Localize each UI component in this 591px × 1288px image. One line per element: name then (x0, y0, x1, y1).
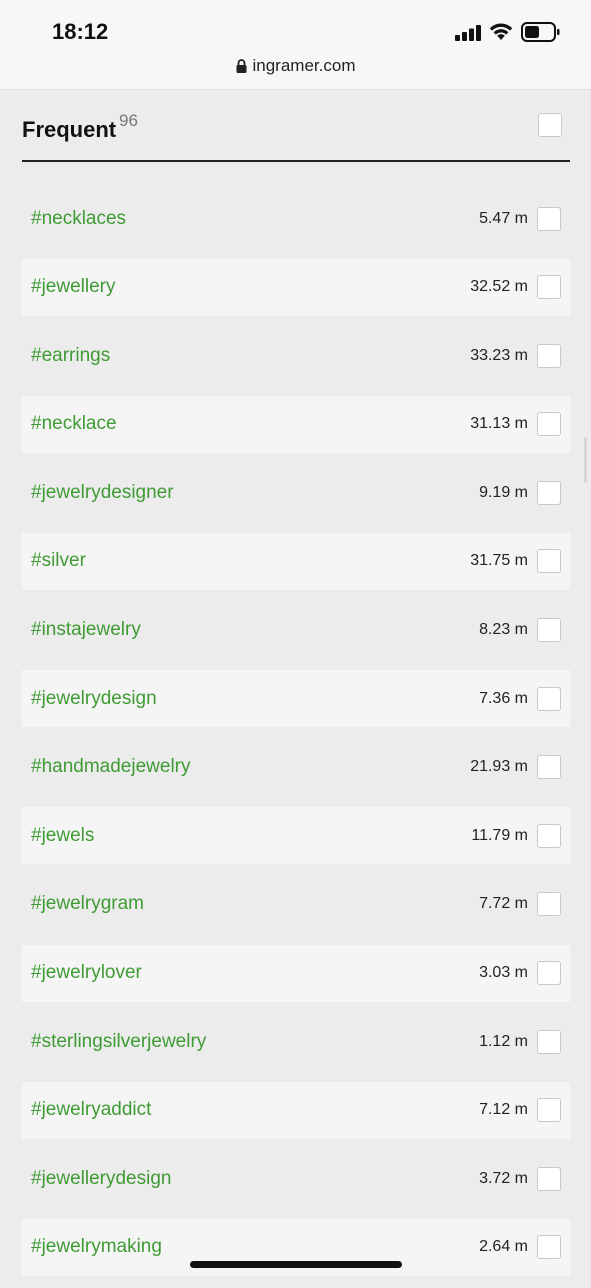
hashtag-link[interactable]: #jewellerydesign (31, 1168, 171, 1190)
hashtag-post-count: 5.47 m (479, 209, 528, 227)
hashtag-row[interactable]: #jewelrylover 3.03 m (22, 944, 570, 1002)
hashtag-checkbox[interactable] (537, 1166, 561, 1191)
hashtag-link[interactable]: #earrings (31, 345, 110, 367)
hashtag-row[interactable]: #jewels 11.79 m (22, 807, 570, 865)
hashtag-post-count: 8.23 m (479, 621, 528, 639)
hashtag-post-count: 31.13 m (470, 415, 528, 433)
hashtag-link[interactable]: #sterlingsilverjewelry (31, 1031, 206, 1053)
hashtag-list: #necklaces 5.47 m #jewellery 32.52 m #earrin… (22, 190, 570, 1288)
hashtag-link[interactable]: #jewelrydesign (31, 688, 157, 710)
hashtag-link[interactable]: #jewelrydesigner (31, 482, 174, 504)
hashtag-row[interactable]: #jewelrydesigner 9.19 m (22, 464, 570, 521)
hashtag-checkbox[interactable] (537, 412, 561, 437)
hashtag-post-count: 3.72 m (479, 1169, 528, 1187)
hashtag-checkbox[interactable] (537, 480, 561, 505)
section-header: Frequent 96 (22, 90, 570, 162)
hashtag-post-count: 32.52 m (470, 278, 528, 296)
hashtag-row[interactable]: #jewellery 32.52 m (22, 258, 570, 316)
hashtag-link[interactable]: #silver (31, 550, 86, 572)
hashtag-row[interactable]: #necklace 31.13 m (22, 395, 570, 453)
hashtag-post-count: 7.12 m (479, 1101, 528, 1119)
scrollbar[interactable] (584, 437, 587, 483)
hashtag-post-count: 7.72 m (479, 895, 528, 913)
hashtag-checkbox[interactable] (537, 686, 561, 711)
hashtag-link[interactable]: #jewelrygram (31, 893, 144, 915)
hashtag-row[interactable]: #jewelrydesign 7.36 m (22, 670, 570, 728)
hashtag-checkbox[interactable] (537, 823, 561, 848)
battery-icon (521, 22, 561, 47)
hashtag-link[interactable]: #jewelrylover (31, 962, 142, 984)
hashtag-link[interactable]: #jewelrymaking (31, 1236, 162, 1258)
status-bar: 18:12 ingramer.com (0, 0, 591, 90)
hashtag-post-count: 1.12 m (479, 1032, 528, 1050)
home-indicator[interactable] (190, 1261, 402, 1268)
hashtag-post-count: 11.79 m (471, 826, 528, 844)
wifi-icon (488, 21, 514, 46)
hashtag-row[interactable]: #jewellerydesign 3.72 m (22, 1150, 570, 1207)
hashtag-row[interactable]: #jewelrygram 7.72 m (22, 876, 570, 933)
hashtag-checkbox[interactable] (537, 892, 561, 917)
hashtag-post-count: 9.19 m (479, 483, 528, 501)
hashtag-row[interactable]: #sterlingsilverjewelry 1.12 m (22, 1013, 570, 1070)
hashtag-post-count: 2.64 m (479, 1238, 528, 1256)
hashtag-link[interactable]: #necklaces (31, 208, 126, 230)
hashtag-checkbox[interactable] (537, 618, 561, 643)
hashtag-link[interactable]: #jewelryaddict (31, 1099, 151, 1121)
hashtag-checkbox[interactable] (537, 961, 561, 986)
hashtag-checkbox[interactable] (537, 1098, 561, 1123)
url-text: ingramer.com (252, 56, 356, 75)
hashtag-checkbox[interactable] (537, 1235, 561, 1260)
hashtag-post-count: 7.36 m (479, 689, 528, 707)
hashtag-panel: Frequent 96 #necklaces 5.47 m #jewellery 32… (0, 90, 591, 1280)
hashtag-checkbox[interactable] (537, 549, 561, 574)
hashtag-row[interactable]: #instajewelry 8.23 m (22, 602, 570, 659)
url-bar[interactable]: ingramer.com (0, 56, 591, 78)
hashtag-checkbox[interactable] (537, 1029, 561, 1054)
hashtag-row[interactable]: #silver 31.75 m (22, 532, 570, 590)
hashtag-link[interactable]: #jewellery (31, 276, 115, 298)
hashtag-post-count: 21.93 m (470, 758, 528, 776)
hashtag-checkbox[interactable] (537, 343, 561, 368)
signal-icon (455, 25, 483, 46)
hashtag-row[interactable]: #jewelryaddict 7.12 m (22, 1081, 570, 1139)
hashtag-post-count: 3.03 m (479, 964, 528, 982)
hashtag-row[interactable]: #earrings 33.23 m (22, 327, 570, 384)
hashtag-row[interactable]: #necklaces 5.47 m (22, 190, 570, 247)
lock-icon (236, 58, 247, 78)
hashtag-link[interactable]: #jewels (31, 825, 94, 847)
hashtag-post-count: 33.23 m (470, 346, 528, 364)
status-time: 18:12 (52, 19, 109, 44)
hashtag-link[interactable]: #necklace (31, 413, 117, 435)
select-all-checkbox[interactable] (538, 113, 562, 137)
hashtag-link[interactable]: #handmadejewelry (31, 756, 191, 778)
hashtag-post-count: 31.75 m (470, 552, 528, 570)
hashtag-checkbox[interactable] (537, 206, 561, 231)
hashtag-row[interactable]: #handmadejewelry 21.93 m (22, 739, 570, 796)
hashtag-link[interactable]: #instajewelry (31, 619, 141, 641)
section-count: 96 (119, 111, 138, 130)
hashtag-checkbox[interactable] (537, 275, 561, 300)
section-title: Frequent (22, 117, 117, 142)
hashtag-checkbox[interactable] (537, 755, 561, 780)
